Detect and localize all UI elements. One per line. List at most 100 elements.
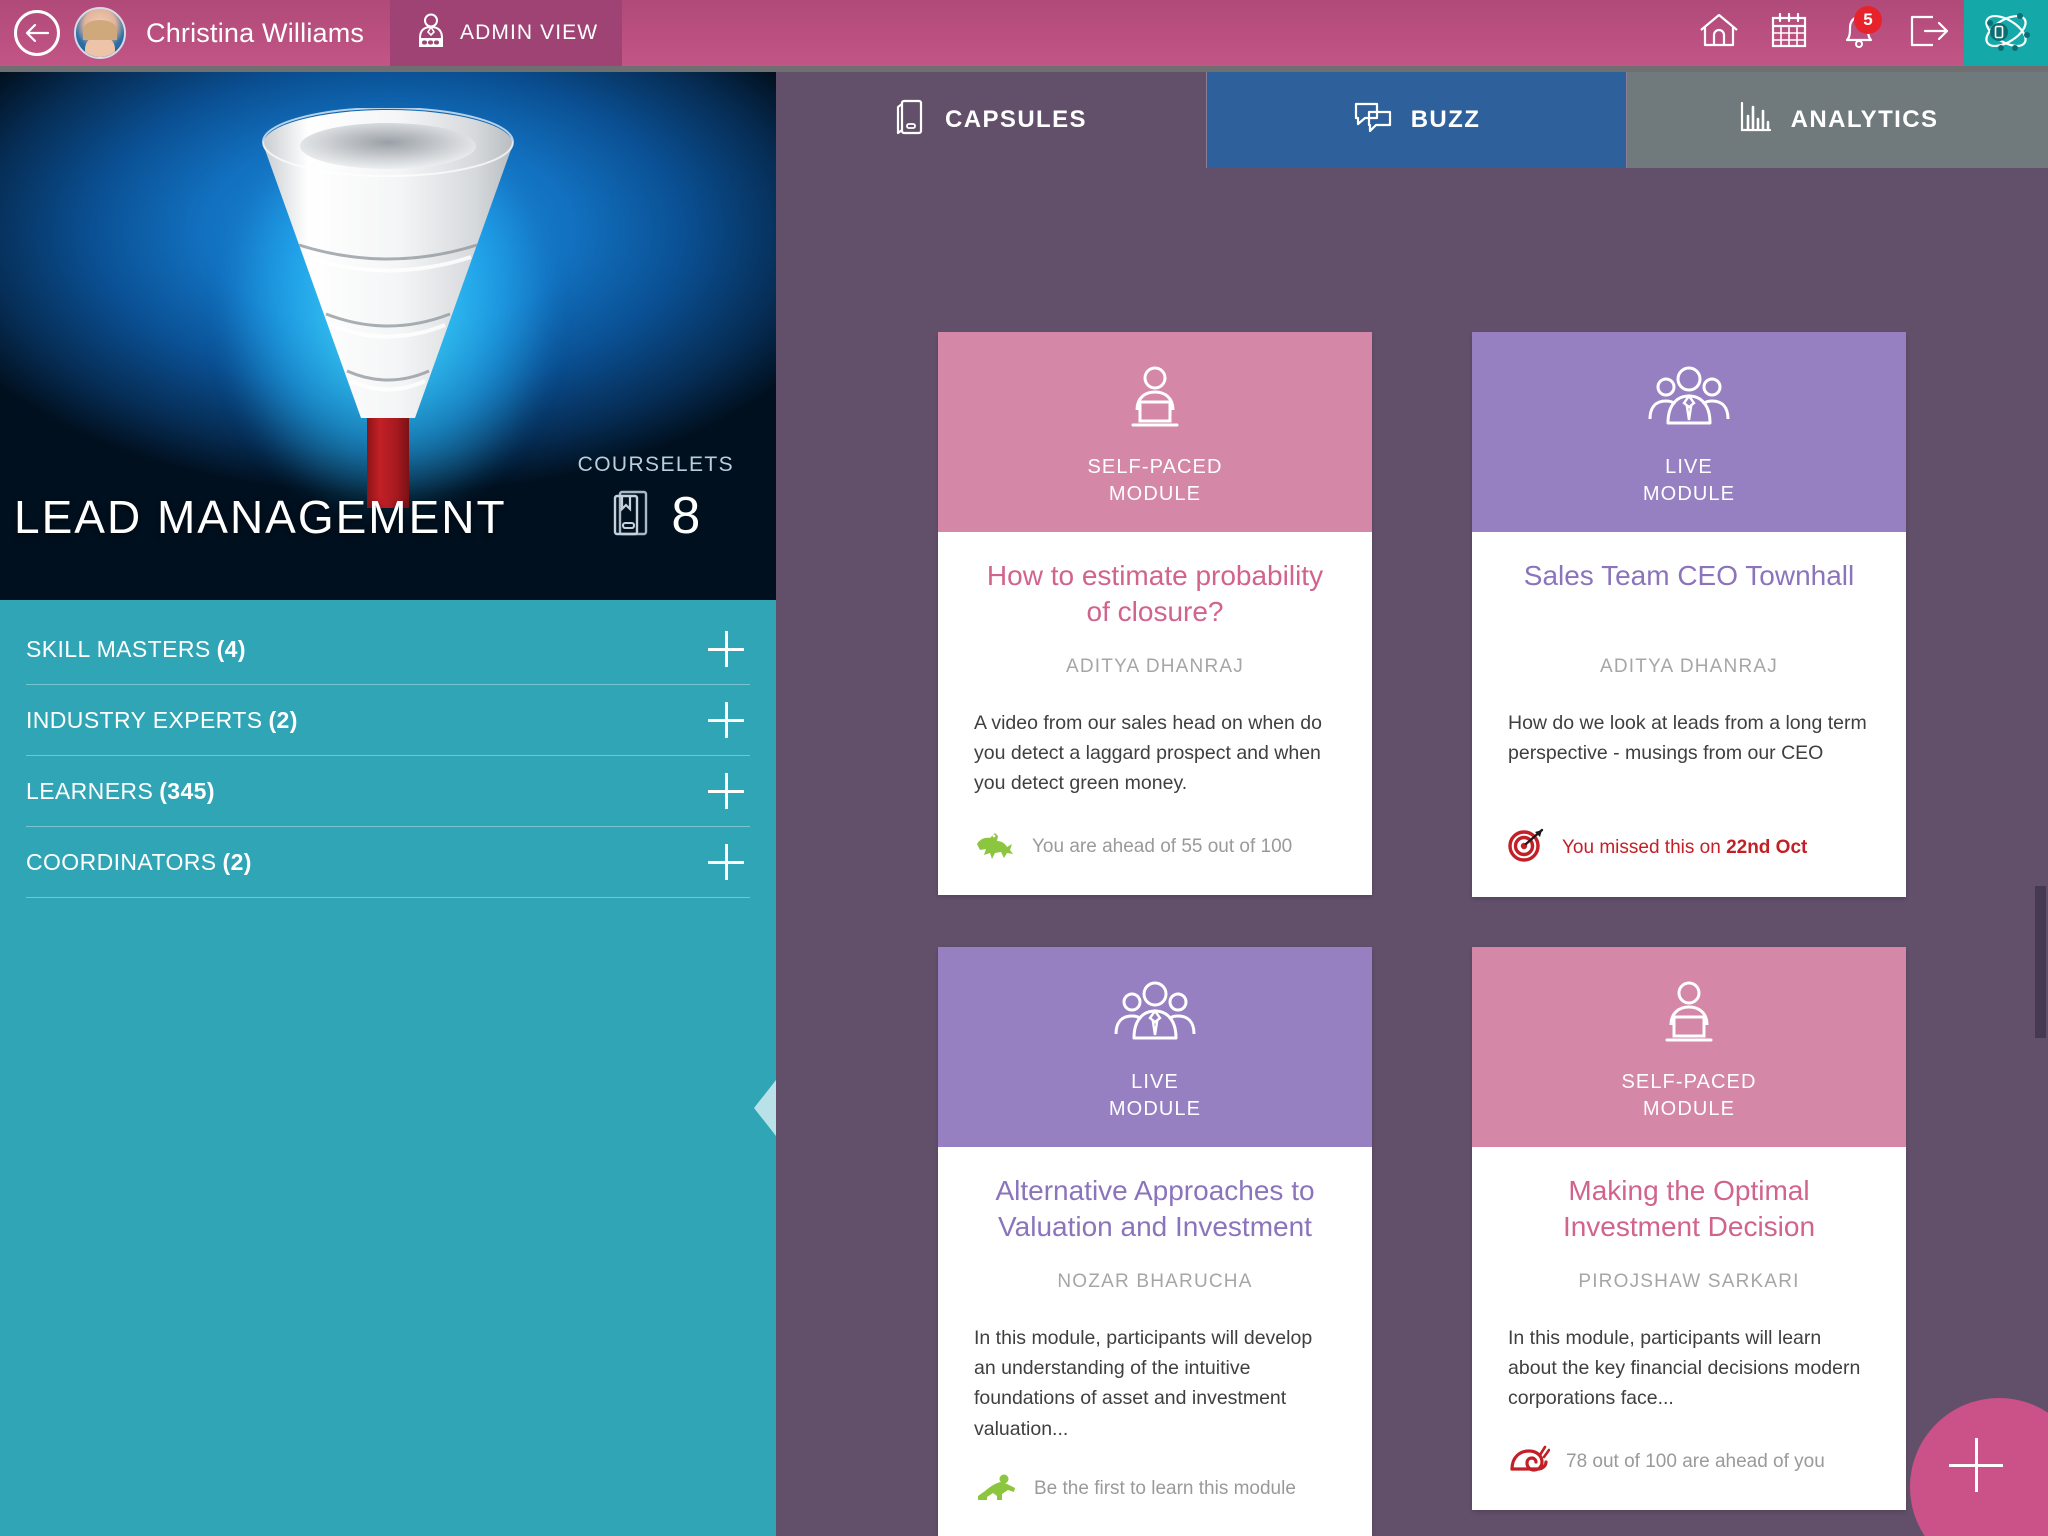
bar-chart-icon (1737, 98, 1773, 143)
tab-capsules-label: CAPSULES (945, 106, 1087, 133)
capsule-description: A video from our sales head on when do y… (974, 712, 1322, 795)
courselets-label: COURSELETS (577, 453, 734, 476)
capsule-author: ADITYA DHANRAJ (1066, 656, 1244, 677)
capsule-description: How do we look at leads from a long term… (1508, 712, 1867, 765)
capsule-card-header: SELF-PACED MODULE (938, 332, 1372, 532)
capsule-title: How to estimate probability of closure? (986, 560, 1324, 628)
admin-view-tab[interactable]: ADMIN VIEW (390, 0, 623, 66)
group-people-icon (1112, 978, 1198, 1055)
module-type-label: SELF-PACED MODULE (1087, 455, 1223, 505)
capsule-card[interactable]: SELF-PACED MODULE Making the Optimal Inve… (1472, 947, 1906, 1510)
vertical-scrollbar[interactable] (2034, 168, 2048, 1536)
topbar-icon-group: 5 (1684, 0, 2048, 66)
capsule-status-text: You are ahead of 55 out of 100 (1032, 835, 1293, 857)
hero-banner: LEAD MANAGEMENT COURSELETS 8 (0, 72, 776, 600)
capsule-card[interactable]: LIVE MODULE Alternative Approaches to Val… (938, 947, 1372, 1536)
plus-icon[interactable] (708, 844, 744, 880)
tab-analytics-label: ANALYTICS (1790, 106, 1939, 133)
capsule-status-text: Be the first to learn this module (1034, 1478, 1296, 1500)
left-panel-section-list: SKILL MASTERS (4) INDUSTRY EXPERTS (2) LEA… (0, 614, 776, 898)
sidebar-item-industry-experts[interactable]: INDUSTRY EXPERTS (2) (26, 685, 750, 756)
admin-person-icon (414, 13, 448, 54)
back-arrow-icon (24, 20, 50, 46)
capsule-status-text: You missed this on 22nd Oct (1562, 836, 1808, 858)
admin-view-label: ADMIN VIEW (460, 21, 599, 44)
books-icon (611, 487, 653, 544)
page-title: LEAD MANAGEMENT (14, 491, 507, 543)
sidebar-item-label: COORDINATORS (2) (26, 848, 252, 875)
capsule-card[interactable]: LIVE MODULE Sales Team CEO Townhall ADITY… (1472, 332, 1906, 897)
top-bar: Christina Williams ADMIN VIEW 5 (0, 0, 2048, 66)
capsule-card-body: Sales Team CEO Townhall ADITYA DHANRAJ H… (1472, 532, 1906, 897)
atom-mobile-logo-icon (1977, 4, 2035, 63)
main-content: CAPSULES BUZZ ANALYTICS SELF-PACED MODUL… (776, 72, 2048, 1536)
courselets-count: 8 (671, 486, 701, 545)
notifications-button[interactable]: 5 (1824, 0, 1894, 66)
capsule-status: 78 out of 100 are ahead of you (1508, 1443, 1870, 1480)
module-type-label: SELF-PACED MODULE (1621, 1070, 1757, 1120)
capsule-author: NOZAR BHARUCHA (1057, 1271, 1253, 1292)
tab-analytics[interactable]: ANALYTICS (1627, 72, 2048, 168)
capsules-grid: SELF-PACED MODULE How to estimate probabi… (776, 168, 2048, 1536)
chat-bubbles-icon (1353, 98, 1393, 143)
target-dart-icon (1508, 828, 1546, 867)
sales-funnel-illustration (243, 107, 533, 508)
app-logo-button[interactable] (1964, 0, 2048, 66)
sidebar-item-learners[interactable]: LEARNERS (345) (26, 756, 750, 827)
capsule-title: Alternative Approaches to Valuation and … (995, 1175, 1315, 1243)
home-icon (1698, 11, 1740, 56)
capsule-card[interactable]: SELF-PACED MODULE How to estimate probabi… (938, 332, 1372, 895)
add-plus-icon (1949, 1438, 2003, 1492)
module-type-label: LIVE MODULE (1642, 455, 1736, 505)
capsule-description: In this module, participants will learn … (1508, 1327, 1861, 1410)
sidebar-item-coordinators[interactable]: COORDINATORS (2) (26, 827, 750, 898)
tab-bar: CAPSULES BUZZ ANALYTICS (776, 72, 2048, 168)
group-people-icon (1646, 363, 1732, 440)
calendar-icon (1769, 11, 1809, 56)
courselets-summary: COURSELETS 8 (578, 453, 734, 544)
plus-icon[interactable] (708, 631, 744, 667)
notifications-badge: 5 (1854, 6, 1882, 34)
capsule-status: You missed this on 22nd Oct (1508, 828, 1870, 867)
back-button[interactable] (14, 10, 60, 56)
user-name: Christina Williams (146, 17, 365, 48)
tab-capsules[interactable]: CAPSULES (776, 72, 1206, 168)
capsule-author: ADITYA DHANRAJ (1600, 656, 1778, 677)
capsule-card-body: How to estimate probability of closure? … (938, 532, 1372, 895)
capsule-author: PIROJSHAW SARKARI (1578, 1271, 1800, 1292)
capsule-title: Making the Optimal Investment Decision (1562, 1175, 1816, 1243)
capsule-card-body: Making the Optimal Investment Decision P… (1472, 1147, 1906, 1510)
sidebar-item-label: LEARNERS (345) (26, 777, 215, 804)
app-root: Christina Williams ADMIN VIEW 5 LEAD MAN… (0, 0, 2048, 1536)
person-at-laptop-icon (1119, 363, 1191, 440)
person-at-laptop-icon (1653, 978, 1725, 1055)
logout-icon (1907, 11, 1951, 56)
running-horse-icon (974, 828, 1016, 865)
capsule-status-text: 78 out of 100 are ahead of you (1566, 1450, 1825, 1472)
capsule-status: You are ahead of 55 out of 100 (974, 828, 1336, 865)
avatar[interactable] (74, 7, 126, 59)
plus-icon[interactable] (708, 773, 744, 809)
module-type-label: LIVE MODULE (1108, 1070, 1202, 1120)
capsule-card-header: SELF-PACED MODULE (1472, 947, 1906, 1147)
sidebar-item-skill-masters[interactable]: SKILL MASTERS (4) (26, 614, 750, 685)
crawling-person-icon (974, 1472, 1018, 1507)
capsule-card-header: LIVE MODULE (938, 947, 1372, 1147)
capsule-card-header: LIVE MODULE (1472, 332, 1906, 532)
add-capsule-button[interactable] (1910, 1398, 2048, 1536)
home-button[interactable] (1684, 0, 1754, 66)
capsule-title: Sales Team CEO Townhall (1523, 560, 1855, 591)
capsule-card-body: Alternative Approaches to Valuation and … (938, 1147, 1372, 1536)
plus-icon[interactable] (708, 702, 744, 738)
tab-buzz[interactable]: BUZZ (1206, 72, 1627, 168)
snail-icon (1508, 1443, 1551, 1480)
chevron-left-icon[interactable] (754, 1080, 776, 1136)
tab-buzz-label: BUZZ (1410, 106, 1481, 133)
left-panel: LEAD MANAGEMENT COURSELETS 8 SKILL MASTE… (0, 72, 776, 1536)
capsule-status: Be the first to learn this module (974, 1472, 1336, 1507)
calendar-button[interactable] (1754, 0, 1824, 66)
capsule-book-icon (895, 97, 927, 144)
sidebar-item-label: INDUSTRY EXPERTS (2) (26, 706, 298, 733)
scrollbar-thumb[interactable] (2035, 886, 2046, 1038)
logout-button[interactable] (1894, 0, 1964, 66)
